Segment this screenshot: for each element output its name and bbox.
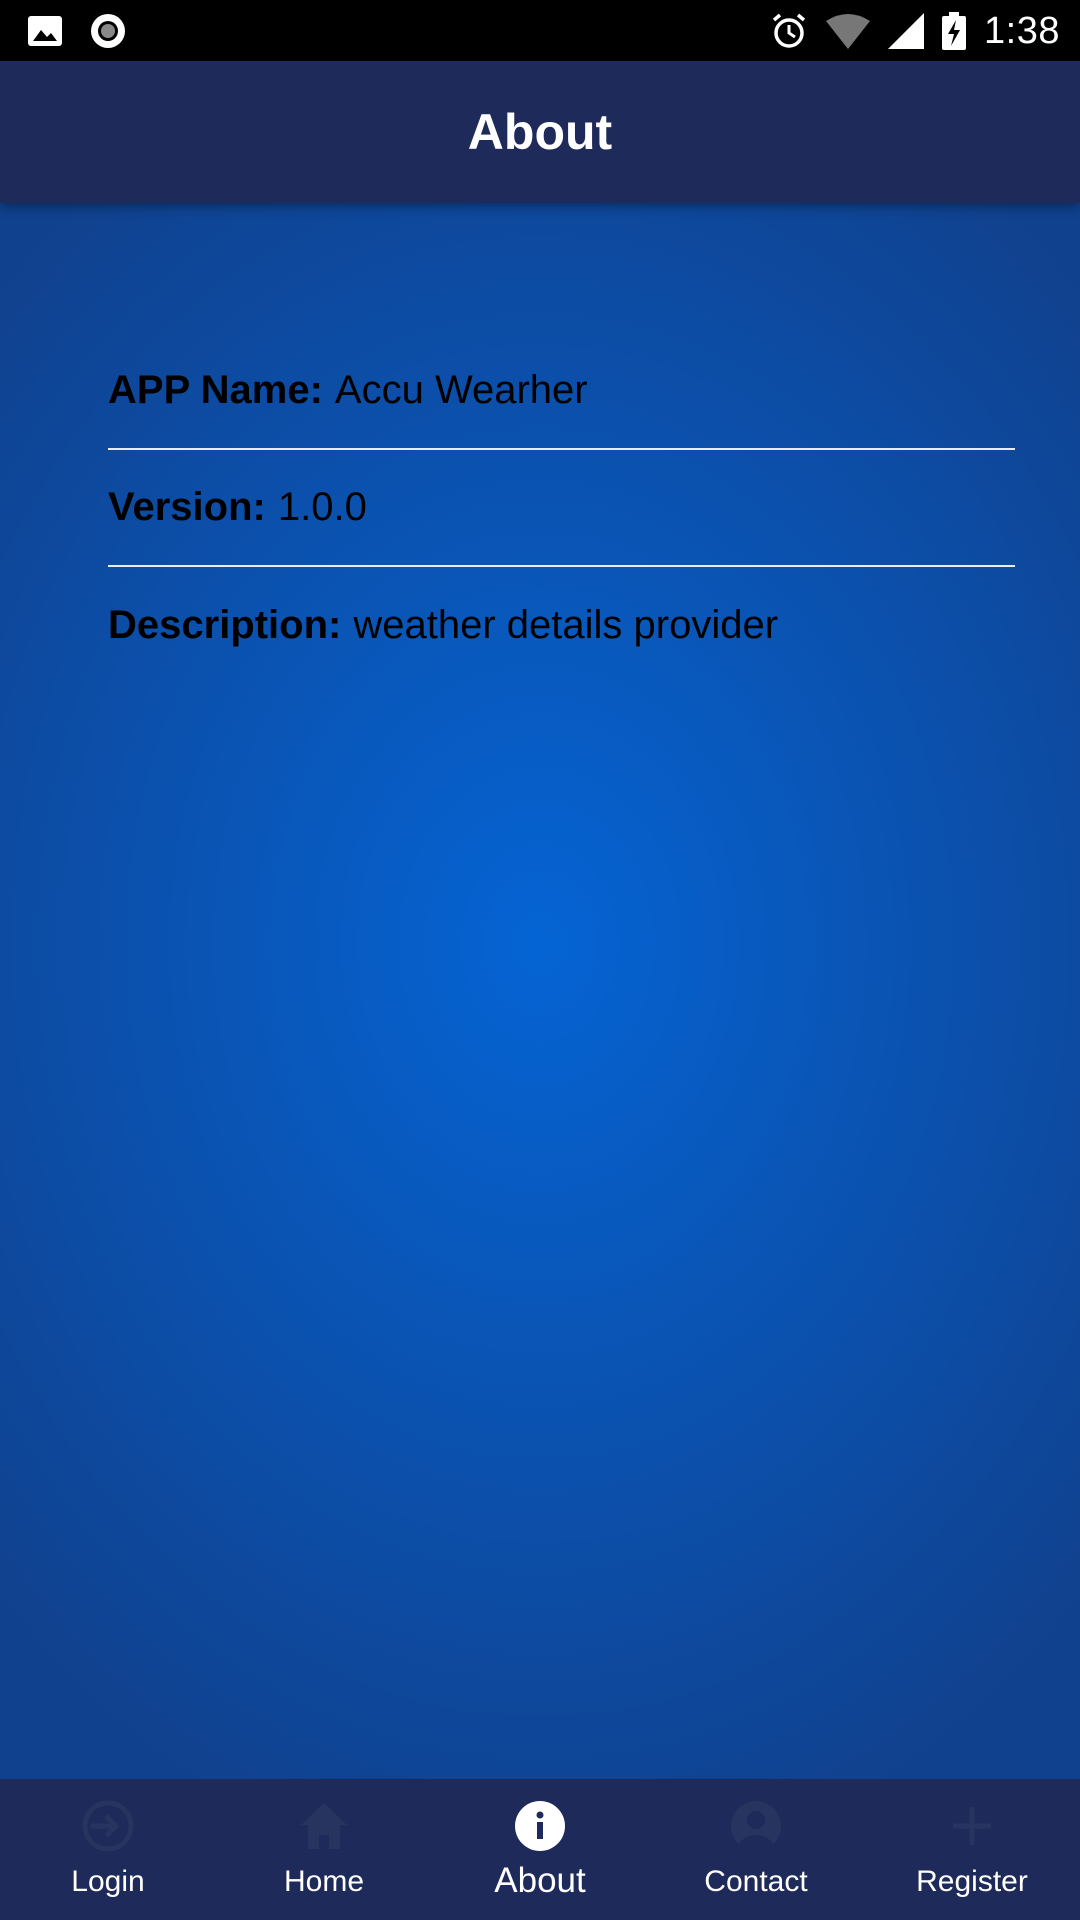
description-value: weather details provider: [353, 603, 779, 647]
image-notification-icon: [28, 16, 62, 46]
nav-label-about: About: [494, 1861, 586, 1900]
app-name-label: APP Name:: [108, 368, 323, 412]
home-icon: [297, 1799, 351, 1853]
app-name-row: APP Name: Accu Wearher: [108, 333, 1015, 450]
bottom-navigation: Login Home About Contact Register: [0, 1779, 1080, 1920]
nav-item-home[interactable]: Home: [216, 1779, 432, 1920]
version-value: 1.0.0: [277, 485, 367, 529]
nav-label-register: Register: [916, 1865, 1028, 1898]
about-content: APP Name: Accu Wearher Version: 1.0.0 De…: [0, 203, 1080, 1779]
login-icon: [81, 1799, 135, 1853]
battery-charging-icon: [942, 12, 967, 50]
status-system-icons: 1:38: [770, 8, 1060, 54]
alarm-icon: [770, 12, 808, 50]
status-time: 1:38: [984, 9, 1060, 52]
record-notification-icon: [90, 13, 126, 49]
app-bar: About: [0, 61, 1080, 203]
cell-signal-icon: [888, 13, 925, 49]
nav-label-contact: Contact: [704, 1865, 808, 1898]
nav-item-register[interactable]: Register: [864, 1779, 1080, 1920]
plus-icon: [945, 1799, 999, 1853]
status-notifications: [28, 12, 126, 50]
version-label: Version:: [108, 485, 266, 529]
description-row: Description: weather details provider: [108, 567, 1015, 684]
nav-label-login: Login: [71, 1865, 145, 1898]
page-title: About: [467, 104, 613, 160]
version-row: Version: 1.0.0: [108, 450, 1015, 567]
status-bar: 1:38: [0, 0, 1080, 61]
nav-item-login[interactable]: Login: [0, 1779, 216, 1920]
nav-item-about[interactable]: About: [432, 1779, 648, 1920]
account-circle-icon: [729, 1799, 783, 1853]
app-name-value: Accu Wearher: [334, 368, 588, 412]
nav-item-contact[interactable]: Contact: [648, 1779, 864, 1920]
wifi-icon: [826, 13, 871, 49]
nav-label-home: Home: [283, 1865, 365, 1898]
info-icon: [513, 1799, 567, 1853]
about-info-list: APP Name: Accu Wearher Version: 1.0.0 De…: [108, 333, 1015, 684]
description-label: Description:: [108, 603, 342, 647]
